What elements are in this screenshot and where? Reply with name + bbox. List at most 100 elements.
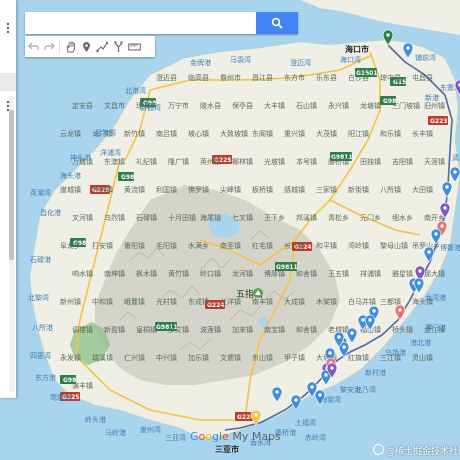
town-label: 叉河镇: [72, 213, 93, 222]
town-label: 三门坡镇: [392, 101, 420, 110]
water-label: 龙湾港: [425, 293, 446, 302]
water-label: 澄迈湾: [290, 58, 311, 67]
undo-button[interactable]: [25, 36, 41, 57]
town-label: 细水乡: [392, 213, 413, 222]
more-vert-icon[interactable]: [3, 22, 13, 34]
scroll-thumb[interactable]: [9, 110, 14, 260]
town-label: 红旗镇: [348, 353, 369, 362]
town-label: 南开乡: [424, 213, 445, 222]
town-label: 阜龙乡: [60, 241, 81, 250]
water-label: 昌化港: [40, 208, 61, 217]
town-label: 定安县: [72, 101, 93, 110]
town-label: 新街镇: [348, 185, 369, 194]
select-tool-button[interactable]: [62, 36, 78, 57]
town-label: 崖城镇: [60, 185, 81, 194]
town-label: 枫木镇: [136, 269, 157, 278]
water-label: 新港: [425, 93, 439, 102]
town-label: 响水镇: [72, 269, 93, 278]
town-label: 博厚镇: [264, 269, 285, 278]
water-label: 八所港: [32, 323, 53, 332]
water-label: 赤岭湾: [305, 433, 326, 442]
town-label: 尖峰镇: [220, 185, 241, 194]
town-label: 昌江县: [252, 74, 273, 82]
water-label: 洋浦湾: [100, 148, 121, 157]
town-label: 调楼镇: [72, 325, 93, 334]
town-label: 甲子镇: [284, 353, 305, 362]
peak-icon: [253, 288, 263, 298]
town-label: 陵水县: [200, 101, 221, 110]
draw-line-icon: [96, 41, 108, 52]
water-label: 博鳌港: [440, 243, 460, 252]
town-label: 仁兴镇: [124, 353, 145, 362]
town-label: 东山镇: [252, 353, 273, 362]
town-label: 南圣镇: [220, 241, 241, 250]
search-bar: [25, 12, 298, 34]
town-label: 白沙县: [348, 73, 369, 82]
town-label: 八所镇: [380, 185, 401, 194]
directions-button[interactable]: [110, 36, 126, 57]
town-label: 打安镇: [92, 241, 113, 250]
town-label: 儋州市: [220, 73, 241, 82]
town-label: 王五镇: [328, 269, 349, 278]
town-label: 旧州镇: [424, 101, 445, 110]
label-haikou: 海口市: [345, 44, 369, 54]
town-label: 岭口镇: [200, 269, 221, 278]
town-label: 加乐镇: [188, 353, 209, 362]
town-label: 灵山镇: [412, 353, 433, 362]
water-label: 崖州湾: [140, 425, 161, 434]
town-label: 乌烈镇: [104, 213, 125, 222]
layer-row[interactable]: [0, 73, 16, 91]
road-shield-g223: G223: [428, 116, 448, 125]
measure-button[interactable]: [126, 36, 142, 57]
hand-icon: [66, 40, 75, 52]
town-label: 南吕镇: [156, 129, 177, 138]
search-button[interactable]: [256, 12, 298, 34]
town-label: 东阁镇: [252, 129, 273, 138]
town-label: 感城镇: [284, 185, 305, 194]
water-label: 清澜港: [452, 153, 460, 162]
town-label: 王下乡: [264, 214, 285, 222]
route-icon: [113, 41, 123, 52]
water-label: 潭门港: [425, 323, 446, 332]
map-canvas[interactable]: G15 G98 G98 G98 G98 G98 G225 G225 G225 G…: [0, 0, 460, 460]
town-label: 演丰镇: [72, 381, 93, 390]
town-label: 波莲镇: [200, 325, 221, 334]
search-input[interactable]: [25, 12, 255, 34]
water-label: 马岭港: [105, 428, 126, 437]
town-label: 海尾镇: [200, 213, 221, 222]
town-label: 湾岭镇: [348, 241, 369, 250]
search-icon: [271, 17, 283, 29]
town-label: 澄迈县: [156, 73, 177, 82]
town-label: 永兴镇: [328, 101, 349, 110]
road-shield-g98-2: G98: [118, 172, 134, 181]
town-label: 东方市: [284, 73, 305, 82]
town-label: 屯昌县: [412, 73, 433, 82]
water-label: 铺前湾: [415, 53, 436, 62]
add-marker-button[interactable]: [78, 36, 94, 57]
town-label: 和舍镇: [296, 269, 317, 278]
water-label: 英潮湾: [30, 188, 51, 197]
town-label: 中兴镇: [156, 353, 177, 362]
town-label: 乐东县: [316, 73, 337, 82]
town-label: 大成镇: [284, 297, 305, 306]
town-label: 瑞溪镇: [92, 353, 113, 362]
town-label: 七叉镇: [232, 213, 253, 222]
water-label: 东方港: [35, 373, 56, 382]
town-label: 文昌市: [104, 101, 125, 110]
town-label: 坡心镇: [188, 129, 209, 138]
town-label: 毛阳镇: [156, 241, 177, 250]
redo-button[interactable]: [41, 36, 57, 57]
town-label: 白马井镇: [348, 297, 376, 306]
svg-text:G98: G98: [121, 174, 134, 181]
ruler-icon: [127, 43, 141, 50]
google-my-maps-logo: Google My Maps: [190, 430, 281, 443]
town-label: 佛罗镇: [188, 185, 209, 194]
toolbar-divider: [59, 40, 60, 53]
draw-line-button[interactable]: [94, 36, 110, 57]
town-label: 大茂镇: [316, 129, 337, 138]
town-label: 长丰镇: [412, 129, 433, 138]
town-label: 新竹镇: [124, 129, 145, 138]
water-label: 金牌港: [190, 58, 211, 67]
town-label: 光坡镇: [264, 157, 285, 166]
town-label: 利国镇: [156, 185, 177, 194]
